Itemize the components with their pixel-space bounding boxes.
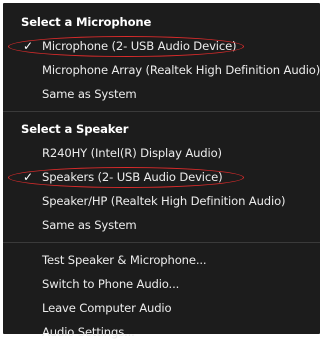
menu-item-switch-to-phone-audio[interactable]: Switch to Phone Audio... <box>3 272 320 296</box>
menu-item-speaker-realtek[interactable]: Speaker/HP (Realtek High Definition Audi… <box>3 189 320 213</box>
menu-item-microphone-array[interactable]: Microphone Array (Realtek High Definitio… <box>3 58 320 82</box>
menu-item-label: Same as System <box>42 87 137 101</box>
menu-item-microphone-same-as-system[interactable]: Same as System <box>3 82 320 106</box>
speaker-section-header: Select a Speaker <box>3 117 320 141</box>
menu-item-test-speaker-microphone[interactable]: Test Speaker & Microphone... <box>3 248 320 272</box>
menu-item-speaker-same-as-system[interactable]: Same as System <box>3 213 320 237</box>
menu-item-label: Leave Computer Audio <box>42 301 172 315</box>
section-title: Select a Speaker <box>21 122 129 136</box>
menu-item-label: Audio Settings... <box>42 325 135 339</box>
menu-item-speaker-r240hy[interactable]: R240HY (Intel(R) Display Audio) <box>3 141 320 165</box>
microphone-section-header: Select a Microphone <box>3 10 320 34</box>
selection-highlight-ring <box>8 167 244 188</box>
menu-item-label: Switch to Phone Audio... <box>42 277 180 291</box>
menu-item-audio-settings[interactable]: Audio Settings... <box>3 320 320 344</box>
menu-item-label: R240HY (Intel(R) Display Audio) <box>42 146 222 160</box>
menu-item-label: Test Speaker & Microphone... <box>42 253 207 267</box>
menu-divider <box>3 111 320 112</box>
audio-menu: Select a Microphone ✓ Microphone (2- USB… <box>3 3 320 339</box>
menu-item-label: Same as System <box>42 218 137 232</box>
menu-item-leave-computer-audio[interactable]: Leave Computer Audio <box>3 296 320 320</box>
menu-item-label: Speaker/HP (Realtek High Definition Audi… <box>42 194 286 208</box>
section-title: Select a Microphone <box>21 15 152 29</box>
menu-divider <box>3 242 320 243</box>
selection-highlight-ring <box>8 36 244 57</box>
menu-item-label: Microphone Array (Realtek High Definitio… <box>42 63 321 77</box>
